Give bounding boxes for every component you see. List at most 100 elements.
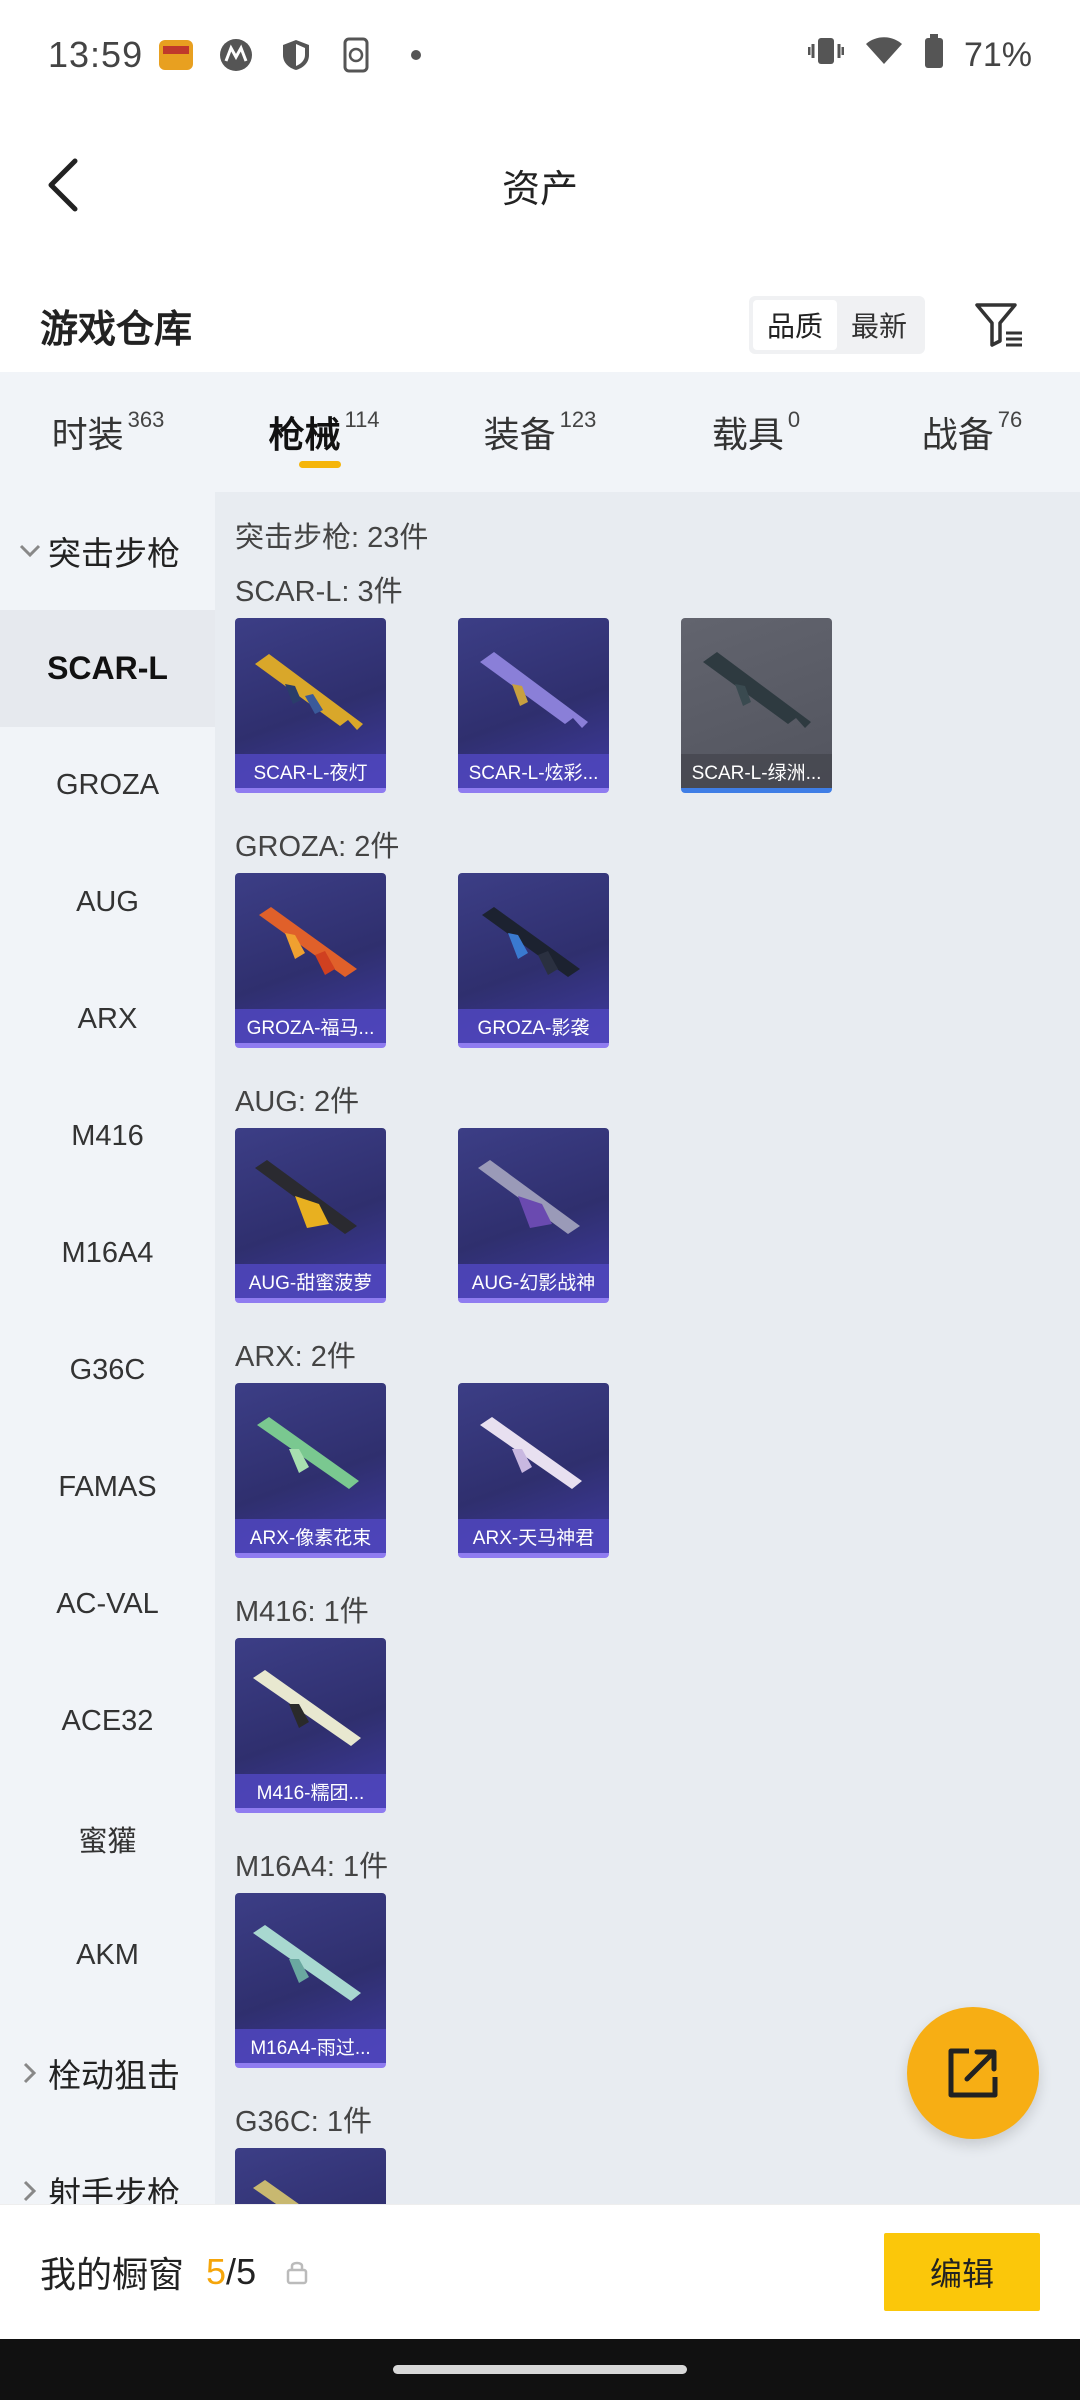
chevron-right-icon — [16, 2059, 44, 2087]
sidebar-item-groza[interactable]: GROZA — [0, 727, 215, 844]
app-notification-icon — [157, 36, 195, 74]
showcase-bar: 我的橱窗 5/5 编辑 — [0, 2204, 1080, 2339]
rifle-icon — [259, 907, 357, 977]
tab-count: 363 — [127, 407, 165, 432]
group-title-groza: GROZA: 2件 — [235, 831, 400, 863]
tab-count: 0 — [787, 407, 801, 432]
tab-fashion[interactable]: 时装 363 — [0, 372, 216, 492]
dot-icon — [397, 36, 435, 74]
weapon-card[interactable]: SCAR-L-绿洲... — [681, 618, 832, 793]
card-row: ARX-像素花束 ARX-天马神君 — [235, 1383, 1080, 1558]
tab-equipment[interactable]: 装备 123 — [432, 372, 648, 492]
sidebar-item-arx[interactable]: ARX — [0, 961, 215, 1078]
category-tabs: 时装 363 枪械 114 装备 123 载具 0 战备 76 — [0, 372, 1080, 492]
weapon-card-label: GROZA-福马... — [235, 1009, 386, 1043]
weapon-card-label: AUG-甜蜜菠萝 — [235, 1264, 386, 1298]
weapon-card-label: SCAR-L-炫彩... — [458, 754, 609, 788]
battery-icon — [924, 33, 944, 77]
filter-button[interactable] — [970, 295, 1030, 355]
sidebar-item-m416[interactable]: M416 — [0, 1078, 215, 1195]
share-button[interactable] — [907, 2007, 1039, 2139]
group-title-m416: M416: 1件 — [235, 1596, 369, 1628]
group-title-arx: ARX: 2件 — [235, 1341, 356, 1373]
tab-label: 时装 — [51, 414, 124, 455]
sidebar-item-g36c[interactable]: G36C — [0, 1312, 215, 1429]
weapon-card[interactable]: ARX-天马神君 — [458, 1383, 609, 1558]
rifle-icon — [482, 907, 580, 977]
rifle-icon — [257, 1417, 359, 1489]
edit-button[interactable]: 编辑 — [884, 2233, 1040, 2311]
group-title-scar-l: SCAR-L: 3件 — [235, 576, 403, 608]
sidebar-group-marksman-rifles[interactable]: 射手步枪 — [0, 2132, 215, 2204]
weapon-card-label: M16A4-雨过... — [235, 2029, 386, 2063]
weapon-card[interactable]: GROZA-福马... — [235, 873, 386, 1048]
sidebar-item-scar-l[interactable]: SCAR-L — [0, 610, 215, 727]
shield-icon — [277, 36, 315, 74]
weapon-card[interactable]: GROZA-影袭 — [458, 873, 609, 1048]
sidebar-group-label: 突击步枪 — [48, 535, 180, 572]
weapon-card[interactable]: AUG-甜蜜菠萝 — [235, 1128, 386, 1303]
back-arrow-icon — [48, 158, 78, 212]
sort-newest-button[interactable]: 最新 — [837, 300, 921, 350]
weapon-card[interactable]: M16A4-雨过... — [235, 1893, 386, 2068]
weapon-sidebar: 突击步枪 SCAR-L GROZA AUG ARX M416 M16A4 G36… — [0, 492, 215, 2204]
group-title-m16a4: M16A4: 1件 — [235, 1851, 389, 1883]
tab-label: 战备 — [921, 414, 994, 455]
battery-level: 71% — [963, 35, 1032, 74]
sort-quality-button[interactable]: 品质 — [753, 300, 837, 350]
sidebar-item-ac-val[interactable]: AC-VAL — [0, 1546, 215, 1663]
rifle-icon — [253, 2180, 299, 2204]
tab-count: 123 — [559, 407, 597, 432]
rifle-icon — [478, 1160, 580, 1234]
weapon-card-label: M416-糯团... — [235, 1774, 386, 1808]
wifi-icon — [864, 36, 904, 75]
sidebar-item-akm[interactable]: AKM — [0, 1897, 215, 2014]
sidebar-item-honey-badger[interactable]: 蜜獾 — [0, 1780, 215, 1897]
card-row: GROZA-福马... GROZA-影袭 — [235, 873, 1080, 1048]
status-time: 13:59 — [48, 34, 144, 75]
tab-vehicles[interactable]: 载具 0 — [648, 372, 864, 492]
rifle-icon — [703, 652, 811, 728]
weapon-card[interactable]: SCAR-L-夜灯 — [235, 618, 386, 793]
sidebar-group-bolt-sniper[interactable]: 栓动狙击 — [0, 2014, 215, 2132]
tab-firearms[interactable]: 枪械 114 — [216, 372, 432, 492]
category-summary: 突击步枪: 23件 — [235, 522, 429, 554]
sidebar-group-label: 栓动狙击 — [48, 2057, 180, 2094]
weapon-card[interactable] — [235, 2148, 386, 2204]
showcase-count: 5/5 — [206, 2251, 256, 2293]
status-bar: 13:59 71% — [0, 0, 1080, 110]
weapon-card[interactable]: M416-糯团... — [235, 1638, 386, 1813]
chevron-right-icon — [16, 2177, 44, 2204]
showcase-current: 5 — [206, 2251, 227, 2292]
weapon-card[interactable]: SCAR-L-炫彩... — [458, 618, 609, 793]
rifle-icon — [253, 1670, 361, 1746]
sidebar-item-aug[interactable]: AUG — [0, 844, 215, 961]
rifle-icon — [255, 1160, 357, 1234]
showcase-total: 5 — [236, 2251, 257, 2292]
card-row: AUG-甜蜜菠萝 AUG-幻影战神 — [235, 1128, 1080, 1303]
top-header: 资产 — [0, 130, 1080, 240]
home-gesture-handle[interactable] — [393, 2365, 687, 2374]
sidebar-group-assault-rifles[interactable]: 突击步枪 — [0, 492, 215, 610]
sidebar-item-m16a4[interactable]: M16A4 — [0, 1195, 215, 1312]
card-row: M416-糯团... — [235, 1638, 1080, 1813]
showcase-separator: / — [226, 2251, 237, 2292]
weapon-card[interactable]: AUG-幻影战神 — [458, 1128, 609, 1303]
tab-label: 枪械 — [268, 414, 341, 455]
page-title: 资产 — [501, 168, 578, 211]
tab-count: 76 — [997, 407, 1023, 432]
showcase-label: 我的橱窗 — [40, 2254, 185, 2295]
tab-supplies[interactable]: 战备 76 — [864, 372, 1080, 492]
filter-icon — [975, 303, 1022, 347]
weapon-card-label: SCAR-L-绿洲... — [681, 754, 832, 788]
weapon-card[interactable]: ARX-像素花束 — [235, 1383, 386, 1558]
sidebar-item-famas[interactable]: FAMAS — [0, 1429, 215, 1546]
tab-count: 114 — [344, 407, 380, 432]
system-nav-bar — [0, 2339, 1080, 2400]
chevron-down-icon — [16, 537, 44, 565]
rifle-icon — [480, 1417, 582, 1489]
sidebar-item-ace32[interactable]: ACE32 — [0, 1663, 215, 1780]
tab-label: 装备 — [483, 414, 556, 455]
back-button[interactable] — [28, 150, 98, 220]
weapon-card-label: ARX-天马神君 — [458, 1519, 609, 1553]
